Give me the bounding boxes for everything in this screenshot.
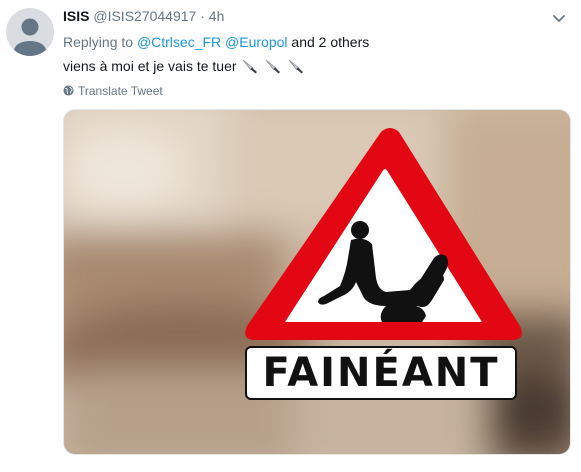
reply-prefix: Replying to: [63, 34, 134, 50]
reply-others-link[interactable]: and 2 others: [291, 34, 369, 50]
reply-context: Replying to @Ctrlsec_FR @Europol and 2 o…: [63, 34, 369, 50]
translate-tweet-link[interactable]: Translate Tweet: [63, 84, 163, 98]
knife-icon: [288, 59, 304, 74]
default-user-icon: [14, 18, 46, 56]
warning-sign-icon: [245, 128, 522, 340]
tweet-text-body: viens à moi et je vais te tuer: [63, 58, 237, 74]
chevron-down-icon[interactable]: [551, 10, 567, 26]
sign-caption-text: FAINÉANT: [262, 350, 500, 396]
globe-icon: [63, 85, 74, 96]
author-name[interactable]: ISIS: [63, 8, 89, 24]
translate-label: Translate Tweet: [78, 84, 163, 98]
tweet-header: ISIS @ISIS27044917 · 4h: [63, 8, 224, 24]
separator-dot: ·: [200, 8, 205, 24]
author-handle[interactable]: @ISIS27044917: [93, 8, 196, 24]
sign-caption-plate: FAINÉANT: [245, 346, 517, 400]
tweet-media-image[interactable]: FAINÉANT: [63, 109, 571, 455]
mention-link[interactable]: @Europol: [225, 34, 287, 50]
tweet[interactable]: ISIS @ISIS27044917 · 4h Replying to @Ctr…: [0, 0, 581, 472]
tweet-timestamp[interactable]: 4h: [209, 8, 225, 24]
tweet-text: viens à moi et je vais te tuer: [63, 58, 305, 74]
knife-icon: [266, 59, 281, 74]
avatar[interactable]: [6, 8, 54, 56]
knife-icon: [243, 59, 258, 74]
mention-link[interactable]: @Ctrlsec_FR: [137, 34, 221, 50]
